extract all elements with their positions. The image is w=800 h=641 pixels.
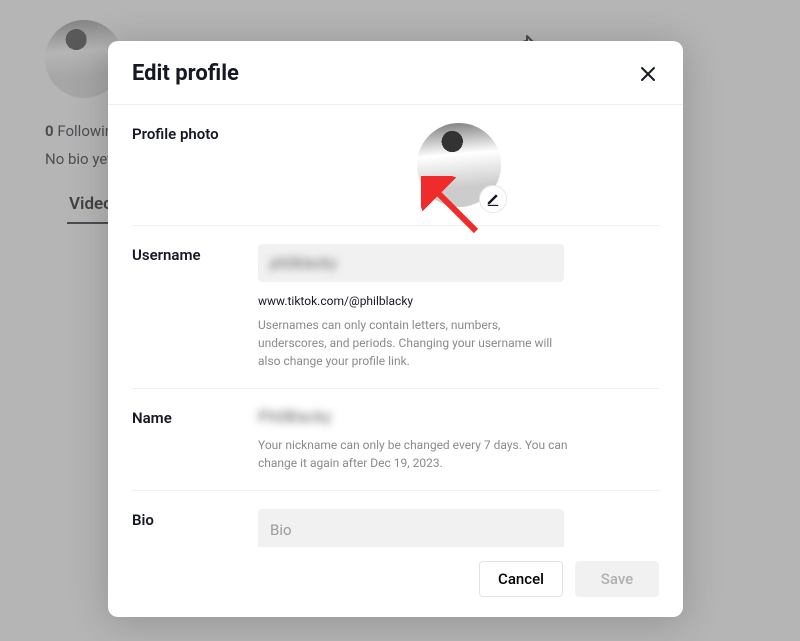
close-icon (639, 65, 657, 83)
modal-title: Edit profile (132, 61, 239, 86)
save-button: Save (575, 561, 659, 597)
profile-url: www.tiktok.com/@philblacky (258, 294, 659, 308)
bio-textarea[interactable]: Bio (258, 509, 564, 547)
name-help: Your nickname can only be changed every … (258, 436, 568, 472)
bio-label: Bio (132, 509, 250, 547)
name-value[interactable]: PhilBlacky (258, 407, 659, 426)
pencil-icon (486, 192, 500, 206)
profile-photo-label: Profile photo (132, 123, 250, 207)
username-help: Usernames can only contain letters, numb… (258, 316, 568, 370)
edit-photo-button[interactable] (479, 185, 507, 213)
close-button[interactable] (637, 63, 659, 85)
username-input[interactable]: philblacky (258, 244, 564, 282)
edit-profile-modal: Edit profile Profile photo (108, 41, 683, 617)
name-label: Name (132, 407, 250, 472)
cancel-button[interactable]: Cancel (479, 561, 563, 597)
username-label: Username (132, 244, 250, 370)
